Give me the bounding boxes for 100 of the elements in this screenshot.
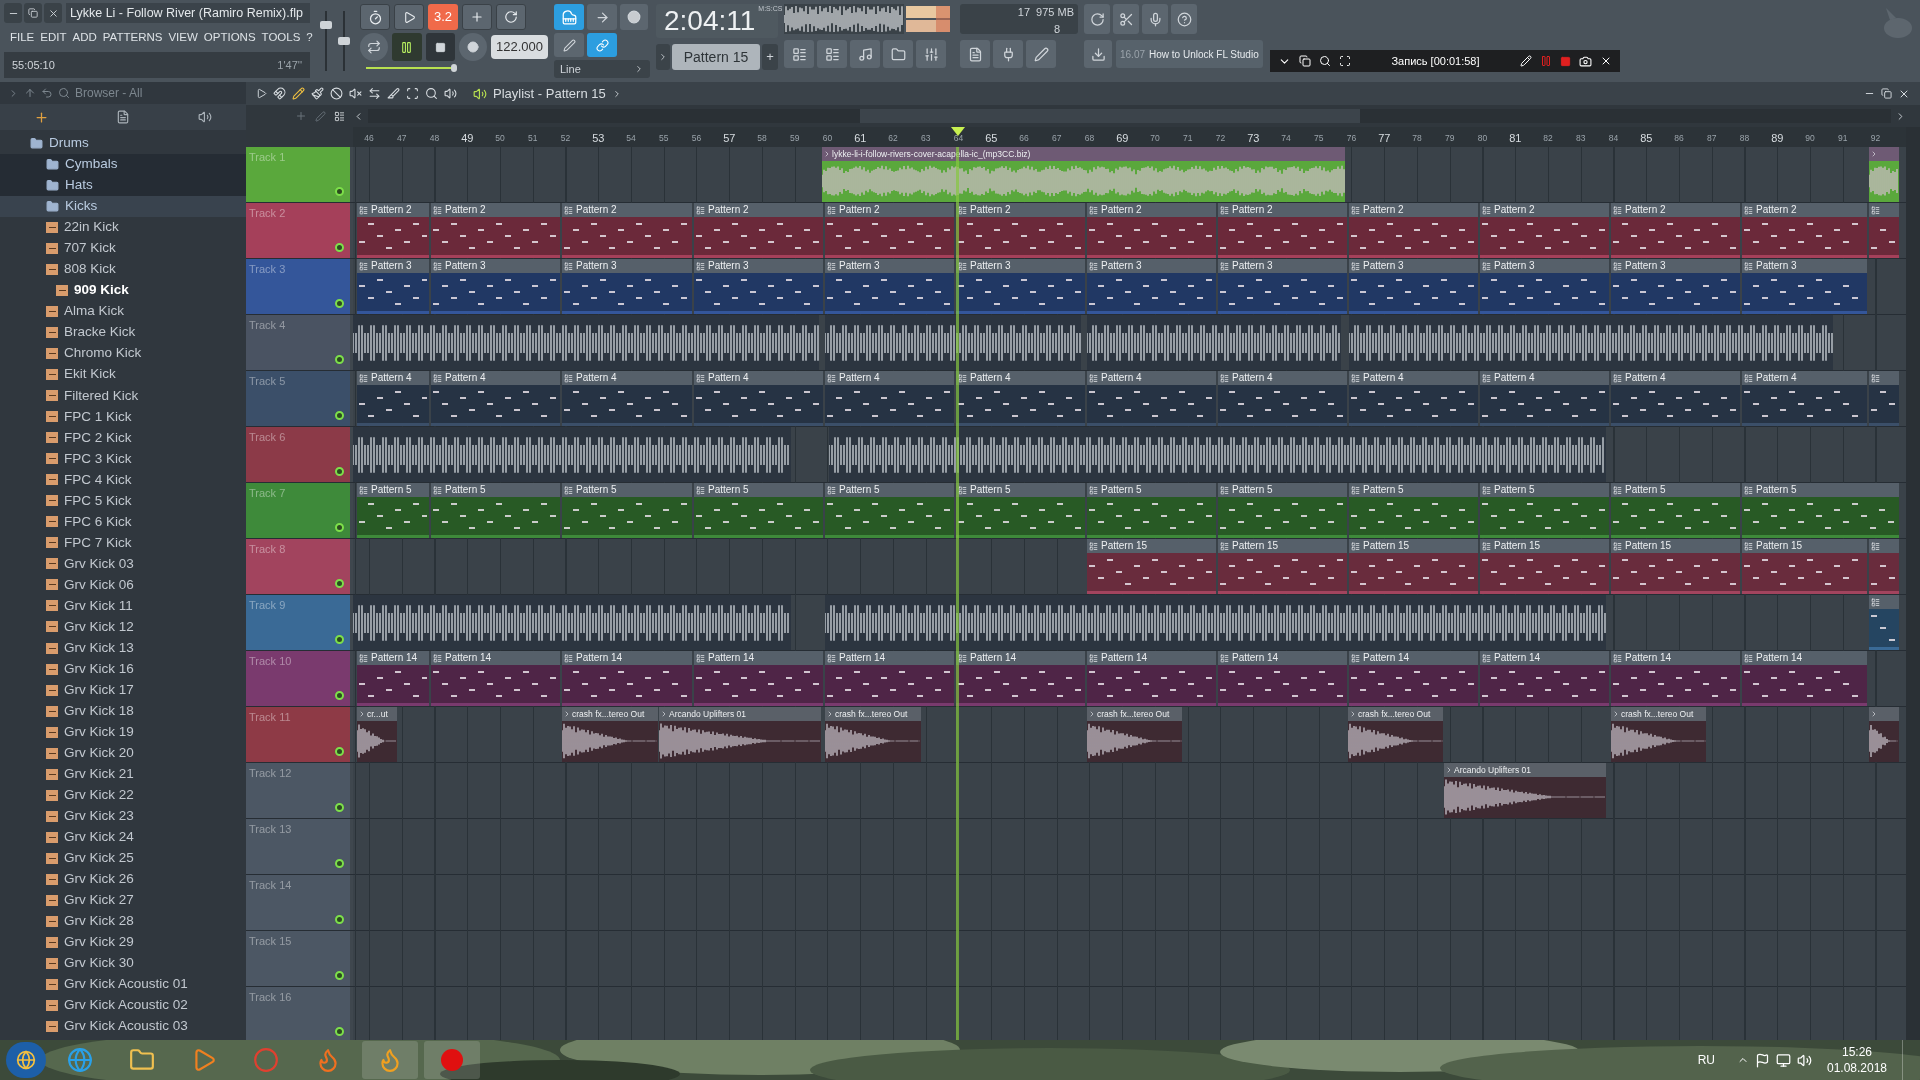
menu-item[interactable]: FILE [10,29,35,47]
pattern-clip[interactable]: Pattern 3 [431,259,560,314]
pattern-clip[interactable]: Pattern 4 [1349,371,1478,426]
pattern-clip[interactable]: Pattern 14 [825,651,954,706]
audio-clip[interactable]: crash fx...tereo Out [1348,707,1443,762]
sample-item[interactable]: Grv Kick 12 [0,616,246,638]
pattern-clip[interactable]: Pattern 2 [431,203,560,258]
pattern-clip[interactable]: Pattern 14 [1480,651,1609,706]
sample-item[interactable]: Grv Kick 29 [0,931,246,953]
pattern-clip[interactable]: Pattern 14 [562,651,692,706]
pattern-clip[interactable]: Pattern 5 [1218,483,1347,538]
pattern-clip[interactable]: Pattern 3 [562,259,692,314]
pattern-clip[interactable]: Pattern 3 [357,259,429,314]
sample-item[interactable]: Grv Kick 26 [0,868,246,890]
audio-clip[interactable]: cr...ut [357,707,397,762]
pattern-clip[interactable]: Pattern 3 [1218,259,1347,314]
sample-item[interactable]: Grv Kick 19 [0,721,246,743]
audio-clip[interactable]: Arcando Uplifters 01 [659,707,821,762]
pattern-clip[interactable]: Pattern 14 [431,651,560,706]
pattern-clip[interactable]: Pattern 3 [956,259,1085,314]
pattern-clip[interactable]: Pattern 15 [1611,539,1740,594]
pattern-clip[interactable]: Pattern 14 [1611,651,1740,706]
sample-item[interactable]: Grv Kick 13 [0,637,246,659]
pattern-clip[interactable]: Pattern 5 [431,483,560,538]
pattern-clip[interactable]: Pattern 2 [1087,203,1216,258]
pattern-clip[interactable]: Pattern 14 [1087,651,1216,706]
pattern-clip[interactable]: Pattern 14 [1742,651,1867,706]
pattern-clip[interactable]: Pattern 2 [562,203,692,258]
sample-item[interactable]: Grv Kick 27 [0,889,246,911]
pattern-clip[interactable]: Pattern 15 [1480,539,1609,594]
pattern-clip[interactable]: Pattern 2 [825,203,954,258]
sample-item[interactable]: FPC 4 Kick [0,469,246,491]
sample-item[interactable]: Grv Kick Acoustic 01 [0,974,246,995]
pattern-clip[interactable]: Pattern 4 [1611,371,1740,426]
menu-item[interactable]: PATTERNS [102,29,163,47]
pattern-clip[interactable]: Pattern 4 [357,371,429,426]
pattern-clip[interactable]: Pattern 3 [694,259,823,314]
sample-item[interactable]: Grv Kick 25 [0,847,246,869]
menu-item[interactable]: ? [306,29,313,47]
sample-item[interactable]: Grv Kick 20 [0,742,246,764]
sample-item[interactable]: Alma Kick [0,301,246,322]
pattern-clip[interactable]: Pattern 5 [1611,483,1740,538]
pattern-clip[interactable]: Pattern 2 [1218,203,1347,258]
menu-item[interactable]: ADD [72,29,97,47]
pattern-clip[interactable]: Pattern 4 [956,371,1085,426]
menu-item[interactable]: TOOLS [261,29,301,47]
sample-item[interactable]: 909 Kick [0,279,246,301]
pattern-clip[interactable]: Pattern 4 [1742,371,1867,426]
clock[interactable]: 15:26 01.08.2018 [1818,1044,1896,1076]
pattern-clip[interactable]: Pattern 15 [1218,539,1347,594]
snap-dropdown[interactable]: Line [554,60,650,78]
sample-item[interactable]: Chromo Kick [0,343,246,365]
sample-item[interactable]: Grv Kick Acoustic 03 [0,1016,246,1038]
audio-clip[interactable]: crash fx...tereo Out [1611,707,1706,762]
news-panel[interactable]: 16.07 How to Unlock FL Studio [1116,40,1263,68]
pattern-clip[interactable]: Pattern 5 [1087,483,1216,538]
pattern-clip[interactable]: Pattern 14 [694,651,823,706]
audio-clip[interactable]: crash fx...tereo Out [825,707,921,762]
pattern-clip[interactable]: Pattern 5 [562,483,692,538]
audio-clip[interactable]: crash fx...tereo Out [562,707,658,762]
pattern-clip[interactable]: Pattern 2 [1742,203,1867,258]
sample-item[interactable]: Grv Kick 22 [0,784,246,806]
pattern-clip[interactable]: Pattern 3 [1742,259,1867,314]
sample-item[interactable]: Bracke Kick [0,322,246,344]
sample-item[interactable]: FPC 3 Kick [0,448,246,470]
pattern-clip[interactable]: Pattern 2 [956,203,1085,258]
pattern-clip[interactable]: Pattern 5 [956,483,1085,538]
pattern-clip[interactable]: Pattern 5 [1349,483,1478,538]
pattern-clip[interactable]: Pattern 3 [1480,259,1609,314]
pattern-selector[interactable]: Pattern 15 [672,44,760,70]
pattern-clip[interactable]: Pattern 3 [1349,259,1478,314]
pattern-clip[interactable]: Pattern 4 [825,371,954,426]
pattern-clip[interactable]: Pattern 4 [1218,371,1347,426]
pattern-clip[interactable]: Pattern 3 [825,259,954,314]
menu-item[interactable]: OPTIONS [203,29,256,47]
sample-item[interactable]: Grv Kick Acoustic 02 [0,995,246,1017]
sample-item[interactable]: Grv Kick 28 [0,910,246,932]
pattern-clip[interactable]: Pattern 2 [1480,203,1609,258]
sample-item[interactable]: Grv Kick 18 [0,700,246,722]
audio-clip[interactable]: Arcando Uplifters 01 [1444,763,1606,818]
sample-item[interactable]: Grv Kick 03 [0,553,246,575]
sample-item[interactable]: FPC 5 Kick [0,490,246,512]
folder-item[interactable]: Hats [0,174,246,196]
pattern-clip[interactable]: Pattern 15 [1742,539,1867,594]
pattern-clip[interactable]: Pattern 2 [694,203,823,258]
menu-item[interactable]: EDIT [40,29,67,47]
pattern-clip[interactable]: Pattern 15 [1087,539,1216,594]
sample-item[interactable]: 707 Kick [0,237,246,259]
pattern-clip[interactable]: Pattern 3 [1087,259,1216,314]
pattern-clip[interactable]: Pattern 4 [562,371,692,426]
sample-item[interactable]: Grv Kick 11 [0,595,246,617]
sample-item[interactable]: 22in Kick [0,216,246,238]
sample-item[interactable]: Grv Kick 16 [0,658,246,680]
folder-item[interactable]: Kicks [0,195,246,217]
audio-clip[interactable]: crash fx...tereo Out [1087,707,1182,762]
pattern-clip[interactable]: Pattern 5 [694,483,823,538]
menu-item[interactable]: VIEW [168,29,198,47]
pattern-clip[interactable]: Pattern 5 [357,483,429,538]
sample-item[interactable]: Grv Kick 06 [0,574,246,596]
pattern-clip[interactable]: Pattern 2 [357,203,429,258]
